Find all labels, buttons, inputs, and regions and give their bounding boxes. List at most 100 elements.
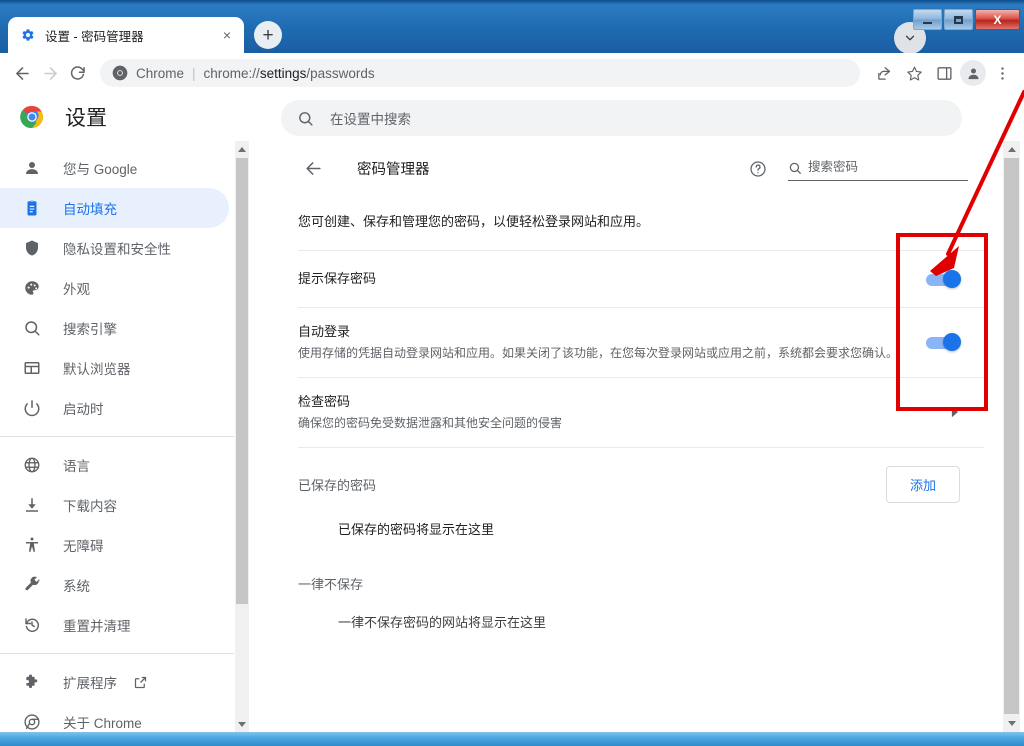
three-dot-menu-icon[interactable] <box>988 59 1016 87</box>
settings-page: 设置 在设置中搜索 您与 Google 自动填充 隐私设置和安全性 外观 搜索引… <box>0 93 1024 732</box>
sidebar-nav-group-1: 您与 Google 自动填充 隐私设置和安全性 外观 搜索引擎 默认浏览器 启动… <box>0 141 234 732</box>
setting-text-block: 自动登录 使用存储的凭据自动登录网站和应用。如果关闭了该功能，在您每次登录网站或… <box>298 322 926 363</box>
search-input[interactable]: 在设置中搜索 <box>281 100 962 136</box>
sidebar-item-label: 下载内容 <box>63 499 117 514</box>
toolbar-actions <box>870 59 1016 87</box>
scroll-down-arrow-icon[interactable] <box>235 716 249 732</box>
search-icon <box>22 318 42 338</box>
profile-avatar-icon[interactable] <box>960 60 986 86</box>
sidebar-item-label: 您与 Google <box>63 162 138 177</box>
close-window-button[interactable]: X <box>975 9 1020 30</box>
sidebar-item-privacy-security[interactable]: 隐私设置和安全性 <box>0 228 229 268</box>
toggle-knob <box>943 269 961 288</box>
new-tab-button[interactable]: + <box>254 21 282 49</box>
password-search-input[interactable]: 搜索密码 <box>788 156 968 181</box>
sidebar-item-extensions[interactable]: 扩展程序 <box>0 662 229 702</box>
setting-control <box>926 269 961 288</box>
toggle-auto-signin[interactable] <box>926 333 961 352</box>
setting-row-offer-to-save[interactable]: 提示保存密码 <box>280 251 984 307</box>
setting-control <box>949 405 960 419</box>
side-panel-icon[interactable] <box>930 59 958 87</box>
help-circle-icon[interactable] <box>746 157 770 181</box>
omnibox-separator: | <box>192 65 196 81</box>
scroll-up-arrow-icon[interactable] <box>235 141 249 157</box>
chevron-right-icon[interactable] <box>949 405 960 419</box>
scroll-down-arrow-icon[interactable] <box>1003 715 1020 732</box>
sidebar-item-about-chrome[interactable]: 关于 Chrome <box>0 702 229 732</box>
history-restore-icon <box>22 615 42 635</box>
globe-icon <box>22 455 42 475</box>
sidebar-item-system[interactable]: 系统 <box>0 565 229 605</box>
sidebar-item-default-browser[interactable]: 默认浏览器 <box>0 348 229 388</box>
search-icon <box>297 110 314 127</box>
address-bar[interactable]: Chrome | chrome://settings/passwords <box>100 59 860 87</box>
sidebar-divider-1 <box>0 436 234 437</box>
search-placeholder: 在设置中搜索 <box>330 112 411 127</box>
star-icon[interactable] <box>900 59 928 87</box>
sidebar-item-search-engine[interactable]: 搜索引擎 <box>0 308 229 348</box>
window-caption-buttons: X <box>913 9 1020 30</box>
sidebar-item-label: 重置并清理 <box>63 619 131 634</box>
password-manager-panel: 密码管理器 搜索密码 您可创建、保存和管理您的密码，以便轻松登录网站和应用。 提… <box>280 141 984 732</box>
close-icon[interactable]: × <box>218 26 236 44</box>
panel-description: 您可创建、保存和管理您的密码，以便轻松登录网站和应用。 <box>298 214 650 229</box>
puzzle-piece-icon <box>22 672 42 692</box>
reload-button[interactable] <box>64 59 92 87</box>
palette-icon <box>22 278 42 298</box>
power-icon <box>22 398 42 418</box>
sidebar-item-appearance[interactable]: 外观 <box>0 268 229 308</box>
gear-icon <box>20 27 36 43</box>
download-icon <box>22 495 42 515</box>
scrollbar-thumb[interactable] <box>236 158 248 604</box>
toggle-offer-to-save[interactable] <box>926 269 961 288</box>
sidebar-item-label: 外观 <box>63 282 90 297</box>
setting-row-check-passwords[interactable]: 检查密码 确保您的密码免受数据泄露和其他安全问题的侵害 <box>280 378 984 447</box>
wrench-icon <box>22 575 42 595</box>
browser-toolbar: Chrome | chrome://settings/passwords <box>0 53 1024 93</box>
saved-passwords-empty-text: 已保存的密码将显示在这里 <box>338 521 495 537</box>
sidebar-item-label: 搜索引擎 <box>63 322 117 337</box>
sidebar-item-downloads[interactable]: 下载内容 <box>0 485 229 525</box>
add-password-button[interactable]: 添加 <box>885 465 960 503</box>
browser-window-icon <box>22 358 42 378</box>
scrollbar-thumb[interactable] <box>1004 158 1019 714</box>
setting-row-auto-signin[interactable]: 自动登录 使用存储的凭据自动登录网站和应用。如果关闭了该功能，在您每次登录网站或… <box>280 308 984 377</box>
sidebar-item-accessibility[interactable]: 无障碍 <box>0 525 229 565</box>
back-button[interactable] <box>8 59 36 87</box>
setting-text-block: 检查密码 确保您的密码免受数据泄露和其他安全问题的侵害 <box>298 392 949 433</box>
setting-control <box>926 333 961 352</box>
setting-subtitle: 确保您的密码免受数据泄露和其他安全问题的侵害 <box>298 416 563 431</box>
chrome-logo-icon <box>112 65 128 81</box>
sidebar-item-label: 自动填充 <box>63 202 117 217</box>
scroll-up-arrow-icon[interactable] <box>1003 141 1020 158</box>
sidebar-item-label: 启动时 <box>63 402 104 417</box>
minimize-button[interactable] <box>913 9 942 30</box>
panel-title: 密码管理器 <box>357 162 430 178</box>
never-saved-empty-text: 一律不保存密码的网站将显示在这里 <box>338 614 547 630</box>
shield-icon <box>22 238 42 258</box>
password-manager-header: 密码管理器 搜索密码 <box>280 141 984 196</box>
forward-button[interactable] <box>36 59 64 87</box>
clipboard-icon <box>22 198 42 218</box>
saved-passwords-section-header: 已保存的密码 添加 <box>280 448 984 513</box>
tab-title: 设置 - 密码管理器 <box>45 29 144 44</box>
sidebar-item-label: 无障碍 <box>63 539 104 554</box>
page-title: 设置 <box>65 107 107 130</box>
maximize-button[interactable] <box>944 9 973 30</box>
sidebar-item-on-startup[interactable]: 启动时 <box>0 388 229 428</box>
content-scrollbar[interactable] <box>1003 141 1020 732</box>
share-icon[interactable] <box>870 59 898 87</box>
external-link-icon[interactable] <box>133 675 148 690</box>
sidebar-item-label: 关于 Chrome <box>63 716 142 731</box>
sidebar-item-you-and-google[interactable]: 您与 Google <box>0 148 229 188</box>
browser-tab[interactable]: 设置 - 密码管理器 × <box>8 17 244 53</box>
sidebar-scrollbar[interactable] <box>235 141 249 732</box>
accessibility-icon <box>22 535 42 555</box>
sidebar-item-reset-cleanup[interactable]: 重置并清理 <box>0 605 229 645</box>
section-title: 一律不保存 <box>298 577 364 593</box>
chrome-logo-icon <box>22 712 42 732</box>
back-arrow-icon[interactable] <box>301 157 325 181</box>
password-search-placeholder: 搜索密码 <box>808 160 859 174</box>
sidebar-item-autofill[interactable]: 自动填充 <box>0 188 229 228</box>
sidebar-item-languages[interactable]: 语言 <box>0 445 229 485</box>
